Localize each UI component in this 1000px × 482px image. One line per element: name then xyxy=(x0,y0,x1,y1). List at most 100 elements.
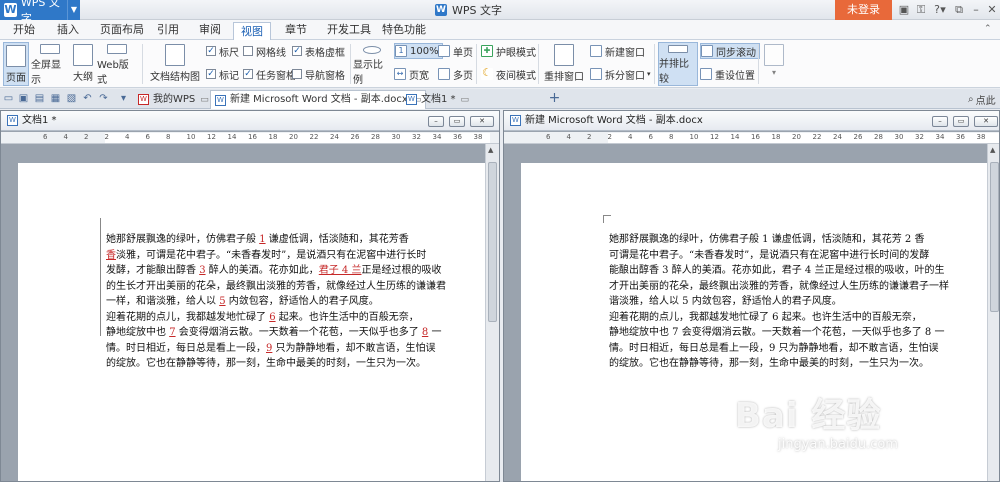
ruler-tick-label: 14 xyxy=(227,133,237,141)
text-line[interactable]: 她那舒展飘逸的绿叶，仿佛君子般 1 谦虚低调，恬淡随和，其花芳香 xyxy=(106,232,488,248)
task-pane-checkbox[interactable]: ✓ 任务窗格 xyxy=(243,67,296,82)
split-window-button[interactable]: 拆分窗口 ▾ xyxy=(590,66,651,82)
chevron-down-icon[interactable]: ▼ xyxy=(67,0,80,20)
menu-view[interactable]: 视图 xyxy=(233,22,271,41)
left-document-text[interactable]: 她那舒展飘逸的绿叶，仿佛君子般 1 谦虚低调，恬淡随和，其花芳香 香淡雅，可谓是花… xyxy=(106,232,488,372)
restore-window-icon[interactable]: ▭ xyxy=(953,116,969,127)
menu-features[interactable]: 特色功能 xyxy=(378,20,430,40)
single-page-button[interactable]: 单页 xyxy=(438,43,473,59)
ruler-tick-label: 10 xyxy=(689,133,699,141)
text-line[interactable]: 发酵，才能酿出醇香 3 醉人的美酒。花亦如此，君子 4 兰正是经过根的吸收 xyxy=(106,263,488,279)
doc-structure-button[interactable]: 文档结构图 xyxy=(148,42,202,86)
minimize-icon[interactable]: – xyxy=(968,2,984,18)
text-line[interactable]: 迎着花期的点儿，我都越发地忙碌了 6 起来。也许生活中的百般无奈， xyxy=(609,310,991,326)
arrow-up-icon[interactable]: ▲ xyxy=(990,146,995,154)
login-button[interactable]: 未登录 xyxy=(835,0,892,20)
text-line[interactable]: 静地绽放中也 7 会变得烟消云散。一天数着一个花苞，一天似乎也多了 8 一 xyxy=(106,325,488,341)
window-switch-button[interactable]: ▾ xyxy=(763,42,785,86)
close-icon[interactable]: ✕ xyxy=(470,116,494,127)
text-line[interactable]: 香淡雅，可谓是花中君子。“未香春发时”，是说酒只有在泥窖中进行长时 xyxy=(106,248,488,264)
outline-button[interactable]: 大纲 xyxy=(71,42,95,86)
search-box[interactable]: ⌕ 点此 xyxy=(968,91,1000,107)
text-line[interactable]: 能酿出醇香 3 醉人的美酒。花亦如此，君子 4 兰正是经过根的吸收，叶的生 xyxy=(609,263,991,279)
web-layout-button[interactable]: Web版式 xyxy=(97,42,137,86)
sync-scroll-button[interactable]: 同步滚动 xyxy=(700,43,760,59)
multi-page-button[interactable]: 多页 xyxy=(438,66,473,82)
tab-document-copy[interactable]: W 新建 Microsoft Word 文档 - 副本.docx ▭ xyxy=(210,90,427,109)
minimize-icon[interactable]: – xyxy=(932,116,948,127)
text-line[interactable]: 的绽放。它也在静静等待，那一刻，生命中最美的时刻，一生只为一次。 xyxy=(106,356,488,372)
close-icon[interactable]: ▭ xyxy=(200,91,209,109)
menu-developer[interactable]: 开发工具 xyxy=(323,20,375,40)
tab-my-wps[interactable]: W 我的WPS ▭ xyxy=(134,90,213,109)
title-bar: W WPS 文字 ▼ W WPS 文字 未登录 ▣ ⚿ ? ▾ ⧉ – ✕ xyxy=(0,0,1000,25)
page-view-button[interactable]: 页面 xyxy=(3,42,29,86)
menu-page-layout[interactable]: 页面布局 xyxy=(96,20,148,40)
export-pdf-icon[interactable]: ▤ xyxy=(33,92,46,105)
arrange-windows-button[interactable]: 重排窗口 xyxy=(542,42,586,86)
left-horizontal-ruler[interactable]: 6 4 2 2 4 6 8 10 12 14 16 18 20 22 24 26 28 30 32 34 36 38 xyxy=(1,132,499,144)
night-mode-button[interactable]: ☾ 夜间模式 xyxy=(481,66,536,82)
right-document-text[interactable]: 她那舒展飘逸的绿叶，仿佛君子般 1 谦虚低调，恬淡随和，其花芳 2 香可谓是花中… xyxy=(609,232,991,372)
nav-pane-checkbox[interactable]: 导航窗格 xyxy=(292,67,345,82)
eye-mode-button[interactable]: ✚ 护眼模式 xyxy=(481,43,536,59)
checkbox-empty-icon xyxy=(243,46,253,56)
save-icon[interactable]: ▣ xyxy=(17,92,30,105)
text-line[interactable]: 的绽放。它也在静静等待，那一刻，生命中最美的时刻，一生只为一次。 xyxy=(609,356,991,372)
minimize-icon[interactable]: – xyxy=(428,116,444,127)
text-line[interactable]: 迎着花期的点儿，我都越发地忙碌了 6 起来。也许生活中的百般无奈， xyxy=(106,310,488,326)
fullscreen-button[interactable]: 全屏显示 xyxy=(31,42,69,86)
menu-insert[interactable]: 插入 xyxy=(52,20,84,40)
restore-window-icon[interactable]: ⧉ xyxy=(951,2,967,18)
close-icon[interactable]: ▭ xyxy=(461,91,470,109)
text-line[interactable]: 情。时日相近，每日总是看上一段，9 只为静静地看，却不敢言语，生怕误 xyxy=(609,341,991,357)
undo-icon[interactable]: ↶ xyxy=(81,92,94,105)
text-line[interactable]: 她那舒展飘逸的绿叶，仿佛君子般 1 谦虚低调，恬淡随和，其花芳 2 香 xyxy=(609,232,991,248)
app-menu-button[interactable]: W WPS 文字 ▼ xyxy=(0,0,80,25)
ruler-checkbox[interactable]: ✓ 标尺 xyxy=(206,44,239,59)
redo-icon[interactable]: ↷ xyxy=(97,92,110,105)
text-line[interactable]: 可谓是花中君子。“未香春发时”，是说酒只有在泥窖中进行长时间的发酵 xyxy=(609,248,991,264)
print-preview-icon[interactable]: ▧ xyxy=(65,92,78,105)
zoom-100-button[interactable]: 1 100% xyxy=(394,43,443,59)
table-borders-checkbox[interactable]: ✓ 表格虚框 xyxy=(292,44,345,59)
text-line[interactable]: 才开出美丽的花朵，最终飘出淡雅的芳香，就像经过人生历练的谦谦君子一样 xyxy=(609,279,991,295)
close-icon[interactable]: ✕ xyxy=(984,2,1000,18)
chevron-down-icon: ▾ xyxy=(771,68,776,77)
close-icon[interactable]: ✕ xyxy=(974,116,998,127)
arrow-up-icon[interactable]: ▲ xyxy=(488,146,493,154)
ruler-tick-label: 28 xyxy=(874,133,883,141)
text-line[interactable]: 一样，和谐淡雅，给人以 5 内敛包容，舒适怡人的君子风度。 xyxy=(106,294,488,310)
add-tab-icon[interactable]: + xyxy=(548,91,561,105)
left-page[interactable]: 她那舒展飘逸的绿叶，仿佛君子般 1 谦虚低调，恬淡随和，其花芳香 香淡雅，可谓是花… xyxy=(18,163,488,481)
menu-review[interactable]: 审阅 xyxy=(194,20,226,40)
gridlines-checkbox[interactable]: 网格线 xyxy=(243,44,286,59)
marks-checkbox[interactable]: ✓ 标记 xyxy=(206,67,239,82)
restore-window-icon[interactable]: ▭ xyxy=(449,116,465,127)
new-window-button[interactable]: 新建窗口 xyxy=(590,43,645,59)
open-folder-icon[interactable]: ▭ xyxy=(2,92,15,105)
menu-start[interactable]: 开始 xyxy=(8,20,40,40)
text-line[interactable]: 的生长才开出美丽的花朵，最终飘出淡雅的芳香，就像经过人生历练的谦谦君 xyxy=(106,279,488,295)
page-width-button[interactable]: ↔ 页宽 xyxy=(394,66,429,82)
chevron-down-icon[interactable]: ▾ xyxy=(117,92,130,105)
reset-position-button[interactable]: 重设位置 xyxy=(700,66,755,82)
text-line[interactable]: 静地绽放中也 7 会变得烟消云散。一天数着一个花苞，一天似乎也多了 8 一 xyxy=(609,325,991,341)
zoom-button[interactable]: 显示比例 xyxy=(353,42,391,86)
menu-references[interactable]: 引用 xyxy=(152,20,184,40)
print-icon[interactable]: ▦ xyxy=(49,92,62,105)
chevron-up-icon[interactable]: ⌃ xyxy=(984,24,992,34)
right-scroll-thumb[interactable] xyxy=(990,162,999,312)
text-line[interactable]: 谐淡雅，给人以 5 内敛包容，舒适怡人的君子风度。 xyxy=(609,294,991,310)
menu-chapter[interactable]: 章节 xyxy=(280,20,312,40)
text-line[interactable]: 情。时日相近，每日总是看上一段，9 只为静静地看，却不敢言语，生怕误 xyxy=(106,341,488,357)
left-scroll-thumb[interactable] xyxy=(488,162,497,322)
lock-icon[interactable]: ⚿ xyxy=(913,2,929,18)
left-vertical-scrollbar[interactable]: ▲ xyxy=(485,144,499,481)
shirt-skin-icon[interactable]: ▣ xyxy=(896,2,912,18)
side-by-side-button[interactable]: 并排比较 xyxy=(658,42,698,86)
right-horizontal-ruler[interactable]: 6 4 2 2 4 6 8 10 12 14 16 18 20 22 24 26 28 30 32 34 36 38 xyxy=(504,132,999,144)
chevron-down-icon[interactable]: ▾ xyxy=(939,2,947,18)
tab-document1[interactable]: W 文档1 * ▭ xyxy=(402,90,473,109)
right-vertical-scrollbar[interactable]: ▲ xyxy=(987,144,999,481)
